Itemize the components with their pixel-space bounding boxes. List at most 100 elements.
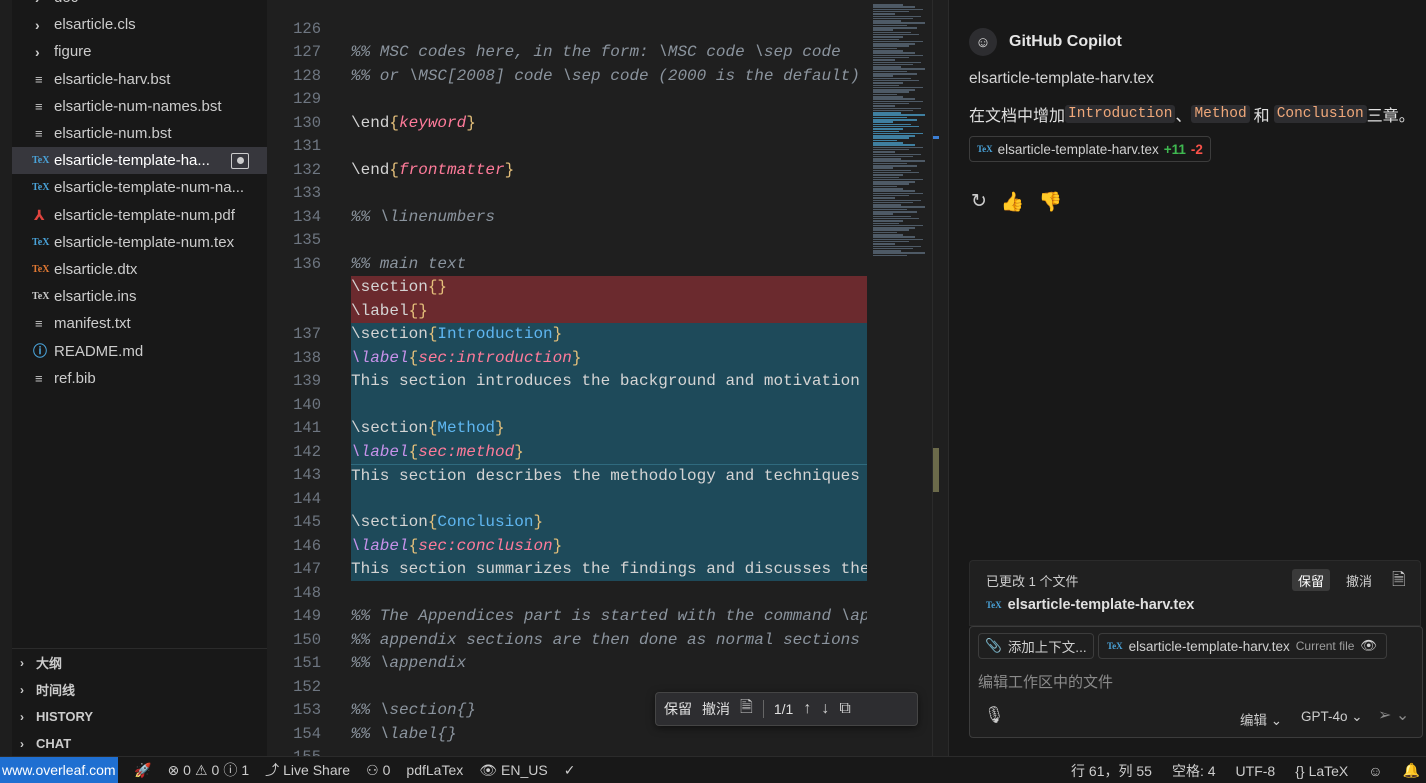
code-line[interactable]: 130 \end{keyword} (267, 111, 867, 135)
cursor-position[interactable]: 行 61，列 55 (1071, 761, 1152, 781)
minimap[interactable] (867, 0, 932, 756)
file-item[interactable]: TeX elsarticle.dtx (12, 256, 267, 283)
code-line[interactable]: 129 (267, 88, 867, 112)
arrow-down-icon[interactable]: ↓ (821, 700, 829, 718)
code-line[interactable]: 135 (267, 229, 867, 253)
problems-indicator[interactable]: ⊗ 0 ⚠ 0 ⓘ 1 (167, 760, 249, 780)
keep-all-button[interactable]: 保留 (1292, 569, 1331, 591)
folder-item[interactable]: › figure (12, 38, 267, 65)
diff-undo-button[interactable]: 撤消 (702, 699, 730, 719)
chat-input[interactable] (978, 671, 1408, 693)
code-line[interactable]: 149 %% The Appendices part is started wit… (267, 605, 867, 629)
arrow-up-icon[interactable]: ↑ (803, 700, 811, 718)
language-mode[interactable]: {} LaTeX (1295, 763, 1348, 779)
microphone-icon[interactable]: 🎙 (984, 705, 1004, 725)
undo-all-button[interactable]: 撤消 (1340, 569, 1378, 591)
code-line[interactable]: 131 (267, 135, 867, 159)
file-item[interactable]: ≡ elsarticle-num-names.bst (12, 93, 267, 120)
code-line[interactable]: 143 This section describes the methodolog… (267, 463, 867, 487)
line-number: 129 (293, 90, 321, 109)
copilot-context-file[interactable]: elsarticle-template-harv.tex (969, 70, 1154, 88)
code-line[interactable]: 145 \section{Conclusion} (267, 510, 867, 534)
minimap-line (873, 119, 917, 121)
live-share-label: Live Share (283, 762, 351, 778)
file-item[interactable]: ≡ manifest.txt (12, 310, 267, 337)
live-share-button[interactable]: ⤴ Live Share (265, 760, 350, 780)
send-icon[interactable]: ➢ ⌄ (1378, 705, 1409, 725)
code-line[interactable]: 126 (267, 17, 867, 41)
code-line[interactable]: \label{} (267, 299, 867, 323)
add-context-button[interactable]: 📎 添加上下文... (978, 633, 1094, 659)
code-line[interactable]: 151 %% \appendix (267, 652, 867, 676)
minimap-line (873, 229, 909, 231)
code-line[interactable]: 144 (267, 487, 867, 511)
rocket-icon[interactable]: 🚀 (134, 762, 151, 779)
tex-icon: TeX (32, 236, 50, 248)
diff-file-icon[interactable]: 🗎 (740, 696, 753, 723)
code-line[interactable]: 150 %% appendix sections are then done as… (267, 628, 867, 652)
code-line[interactable]: 146 \label{sec:conclusion} (267, 534, 867, 558)
file-item[interactable]: TeX elsarticle-template-num.tex (12, 229, 267, 256)
file-item[interactable]: TeX elsarticle.ins (12, 283, 267, 310)
unsaved-dot-icon[interactable] (231, 152, 249, 169)
spell-indicator[interactable]: 👁 EN_US (479, 762, 547, 779)
edited-file-chip[interactable]: TeX elsarticle-template-harv.tex +11 -2 (969, 136, 1211, 162)
minimap-line (873, 137, 909, 139)
file-item[interactable]: ≡ elsarticle-harv.bst (12, 66, 267, 93)
code-line[interactable]: 140 (267, 393, 867, 417)
folder-item[interactable]: › elsarticle.cls (12, 11, 267, 38)
minimap-line (873, 15, 921, 17)
bell-icon[interactable]: 🔔 (1403, 762, 1420, 779)
model-select[interactable]: GPT-4o ⌄ (1301, 709, 1363, 725)
side-section-header[interactable]: › 时间线 (12, 676, 267, 703)
file-item[interactable]: ⓘ README.md (12, 337, 267, 364)
diff-keep-button[interactable]: 保留 (664, 699, 692, 719)
code-line[interactable]: \section{} (267, 275, 867, 299)
code-line[interactable]: 141 \section{Method} (267, 416, 867, 440)
retry-icon[interactable]: ↻ (971, 190, 987, 214)
eye-icon[interactable]: 👁 (1360, 638, 1377, 654)
code-line[interactable]: 147 This section summarizes the findings … (267, 557, 867, 581)
minimap-line (873, 254, 907, 257)
encoding[interactable]: UTF-8 (1236, 763, 1276, 779)
code-line[interactable]: 138 \label{sec:introduction} (267, 346, 867, 370)
minimap-line (873, 185, 897, 188)
remote-indicator[interactable]: www.overleaf.com (0, 756, 118, 783)
side-section-header[interactable]: › 大纲 (12, 649, 267, 676)
code-line[interactable]: 128 %% or \MSC[2008] code \sep code (2000… (267, 64, 867, 88)
ports-indicator[interactable]: ⚇ 0 (366, 762, 390, 779)
code-line[interactable]: 148 (267, 581, 867, 605)
changed-file-item[interactable]: TeX elsarticle-template-harv.tex (986, 597, 1194, 613)
warning-icon: ⚠ (194, 761, 208, 778)
thumbs-up-icon[interactable]: 👍 (1001, 190, 1025, 214)
side-section-header[interactable]: › HISTORY (12, 703, 267, 730)
code-line[interactable]: 136 %% main text (267, 252, 867, 276)
code-line[interactable]: 142 \label{sec:method} (267, 440, 867, 464)
code-line[interactable]: 139 This section introduces the backgroun… (267, 369, 867, 393)
open-diff-icon[interactable]: ⧉ (839, 700, 850, 718)
code-line[interactable]: 134 %% \linenumbers (267, 205, 867, 229)
file-item[interactable]: ⅄ elsarticle-template-num.pdf (12, 202, 267, 229)
compiler-indicator[interactable]: pdfLaTex (406, 762, 463, 778)
copilot-status-icon[interactable]: ☺ (1368, 763, 1382, 779)
code-line[interactable]: 132 \end{frontmatter} (267, 158, 867, 182)
folder-item[interactable]: ›doc (12, 0, 267, 11)
file-item[interactable]: ≡ ref.bib (12, 365, 267, 392)
file-item[interactable]: ≡ elsarticle-num.bst (12, 120, 267, 147)
current-file-chip[interactable]: TeX elsarticle-template-harv.tex Current… (1098, 633, 1387, 659)
side-section-header[interactable]: › CHAT (12, 730, 267, 757)
minimap-line (873, 217, 919, 220)
indentation[interactable]: 空格: 4 (1172, 761, 1216, 781)
file-item[interactable]: TeX elsarticle-template-num-na... (12, 174, 267, 201)
code-editor[interactable]: 126 127 %% MSC codes here, in the form: \M… (267, 0, 867, 756)
code-line[interactable]: 127 %% MSC codes here, in the form: \MSC … (267, 41, 867, 65)
file-item[interactable]: TeX elsarticle-template-ha... (12, 147, 267, 175)
mode-select[interactable]: 编辑 ⌄ (1240, 709, 1282, 729)
check-icon[interactable]: ✓ (564, 762, 576, 779)
code-line[interactable]: 155 (267, 746, 867, 756)
open-changes-icon[interactable]: 🗎 (1392, 567, 1406, 596)
thumbs-down-icon[interactable]: 👎 (1039, 190, 1063, 214)
code-line[interactable]: 137 \section{Introduction} (267, 322, 867, 346)
editor-scrollbar[interactable] (932, 0, 948, 756)
code-line[interactable]: 133 (267, 182, 867, 206)
